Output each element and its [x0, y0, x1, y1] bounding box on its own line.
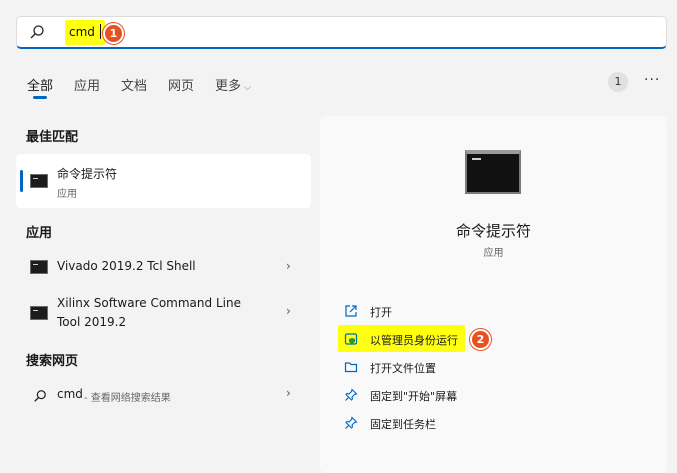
more-options-icon[interactable]: ··· [644, 72, 660, 88]
command-prompt-icon [30, 174, 48, 188]
terminal-icon [30, 306, 48, 320]
app-title-line1: Xilinx Software Command Line [57, 296, 241, 310]
best-match-item[interactable]: 命令提示符 应用 [16, 154, 311, 208]
open-external-icon [345, 305, 357, 317]
tab-documents[interactable]: 文档 [121, 75, 147, 94]
chevron-right-icon[interactable]: › [286, 304, 291, 318]
step-badge-1: 1 [103, 23, 124, 44]
search-icon [30, 25, 44, 39]
action-label: 固定到"开始"屏幕 [370, 390, 458, 403]
chevron-right-icon[interactable]: › [286, 386, 291, 400]
best-match-title: 命令提示符 [57, 167, 118, 181]
chevron-right-icon[interactable]: › [286, 259, 291, 273]
search-input[interactable]: cmd [69, 25, 95, 39]
tab-apps[interactable]: 应用 [74, 75, 100, 94]
section-web: 搜索网页 [26, 354, 79, 369]
command-prompt-large-icon [465, 150, 521, 194]
tab-more[interactable]: 更多 ⌵ [215, 75, 251, 94]
search-icon [34, 390, 46, 402]
action-label: 以管理员身份运行 [370, 334, 458, 347]
app-title-line2: Tool 2019.2 [57, 315, 127, 329]
section-best-match: 最佳匹配 [26, 130, 79, 145]
web-query: cmd [57, 387, 83, 401]
pin-icon [345, 416, 358, 429]
action-label: 打开文件位置 [370, 362, 436, 375]
chevron-down-icon: ⌵ [244, 83, 251, 93]
app-title: Vivado 2019.2 Tcl Shell [57, 259, 196, 273]
section-apps: 应用 [26, 226, 53, 241]
web-suffix: - 查看网络搜索结果 [84, 393, 171, 404]
tab-all[interactable]: 全部 [27, 75, 53, 94]
text-caret [100, 24, 101, 39]
best-match-subtitle: 应用 [57, 189, 77, 200]
pin-icon [345, 388, 358, 401]
selection-accent [20, 170, 23, 192]
terminal-icon [30, 260, 48, 274]
detail-app-type: 应用 [483, 248, 504, 259]
shield-admin-icon [344, 333, 358, 345]
tab-web[interactable]: 网页 [168, 75, 194, 94]
action-label: 固定到任务栏 [370, 418, 436, 431]
tab-more-label: 更多 [215, 79, 242, 94]
points-badge[interactable]: 1 [608, 72, 628, 92]
folder-icon [344, 362, 358, 373]
action-label: 打开 [370, 306, 392, 319]
step-badge-2: 2 [470, 329, 491, 350]
active-tab-indicator [33, 96, 47, 99]
detail-app-name: 命令提示符 [455, 222, 531, 240]
detail-panel: 命令提示符 应用 打开 以管理员身份运行 打开文件位置 固定到"开始"屏幕 固定… [320, 116, 667, 473]
